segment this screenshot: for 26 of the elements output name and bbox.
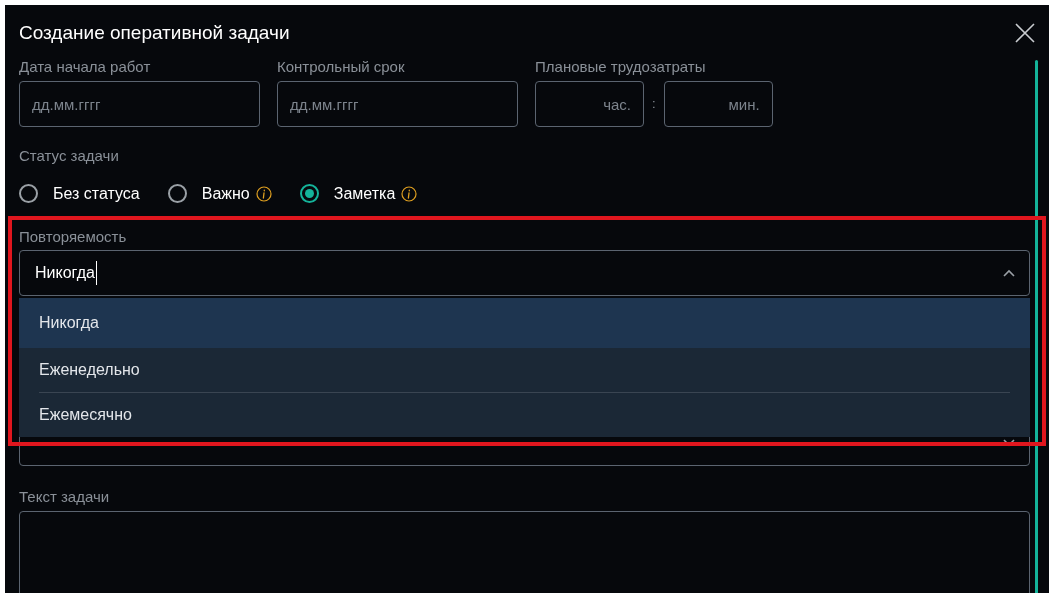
task-text-field[interactable] bbox=[19, 510, 1030, 593]
dialog-title: Создание оперативной задачи bbox=[19, 21, 290, 45]
select-value: Никогда bbox=[35, 261, 97, 285]
field-label: Текст задачи bbox=[19, 487, 111, 507]
field-label: Статус задачи bbox=[19, 146, 120, 166]
close-icon bbox=[1015, 23, 1035, 44]
minutes-field[interactable]: мин. bbox=[663, 81, 773, 127]
status-radio[interactable]: Важно bbox=[167, 181, 250, 206]
scrollbar[interactable] bbox=[1035, 60, 1038, 593]
info-icon[interactable] bbox=[401, 185, 418, 202]
field-label: Дата начала работ bbox=[19, 56, 152, 77]
field-label: Плановые трудозатраты bbox=[535, 56, 707, 77]
info-icon[interactable] bbox=[255, 185, 272, 202]
date-field[interactable]: дд.мм.гггг bbox=[19, 81, 260, 127]
hours-field[interactable]: час. bbox=[535, 81, 644, 127]
date-field[interactable]: дд.мм.гггг bbox=[277, 81, 518, 127]
repeat-select[interactable]: Никогда bbox=[19, 250, 1030, 296]
field-label: Повторяемость bbox=[19, 226, 128, 247]
dropdown-option[interactable]: Ежемесячно bbox=[19, 393, 1030, 437]
time-separator: : bbox=[652, 95, 656, 114]
chevron-icon bbox=[1003, 269, 1015, 277]
status-radio[interactable]: Заметка bbox=[299, 181, 396, 206]
dropdown-option[interactable]: Еженедельно bbox=[19, 348, 1030, 392]
dropdown-option[interactable]: Никогда bbox=[19, 298, 1030, 348]
status-radio[interactable]: Без статуса bbox=[19, 181, 140, 206]
field-label: Контрольный срок bbox=[277, 56, 406, 77]
